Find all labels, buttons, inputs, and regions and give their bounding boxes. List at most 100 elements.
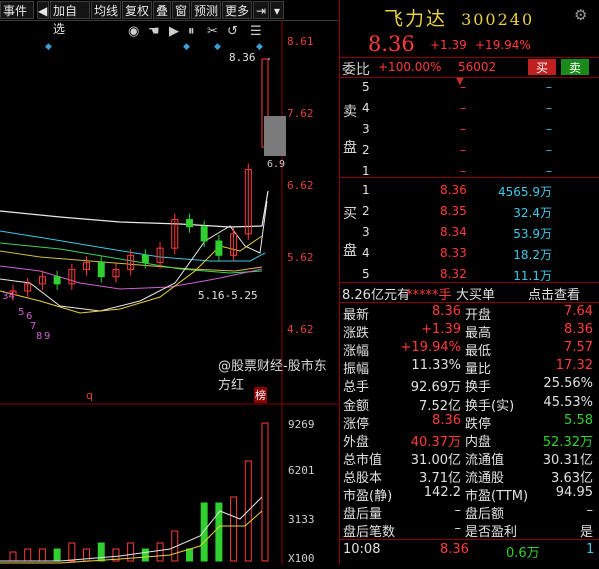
candle — [53, 276, 61, 285]
sell-level-row[interactable]: 1 – – — [340, 161, 599, 182]
stat-value: 8.36 — [432, 412, 461, 428]
stat-value: 25.56% — [543, 376, 593, 392]
low-price-marker: 6.9 — [267, 159, 286, 170]
eye-icon[interactable]: ◉ — [128, 24, 139, 39]
level-volume: – — [546, 80, 552, 94]
stat-row: 最新 8.36 开盘 7.64 — [343, 303, 597, 323]
level-price: 8.33 — [440, 246, 467, 260]
sell-level-row[interactable]: 3 – – — [340, 119, 599, 140]
buy-level-row[interactable]: 2 8.35 32.4万 — [340, 201, 599, 222]
undo-icon[interactable]: ↺ — [227, 24, 238, 39]
tick-price: 8.36 — [440, 542, 469, 557]
collapse-icon[interactable]: ◀ — [37, 1, 49, 19]
buy-button[interactable]: 买 — [528, 59, 556, 75]
toolbar-window[interactable]: 窗 — [172, 1, 190, 19]
weibi-row: 委比 +100.00% 56002 买 卖 — [340, 58, 599, 78]
level-number: 5 — [362, 267, 370, 281]
gear-icon[interactable]: ⚙ — [574, 6, 587, 24]
exit-icon[interactable]: ⇥ — [253, 1, 269, 19]
toolbar-more[interactable]: 更多 — [222, 1, 252, 19]
toolbar-add-favorite[interactable]: 加自选 — [50, 1, 90, 36]
stat-row: 金额 7.52亿 换手(实) 45.53% — [343, 394, 597, 414]
toolbar-overlay[interactable]: 叠 — [153, 1, 171, 19]
big-order-label: 大买单 — [456, 288, 496, 303]
stat-row: 振幅 11.33% 量比 17.32 — [343, 357, 597, 377]
q-label: q — [86, 389, 93, 402]
big-order-amount: 8.26亿元有 — [342, 288, 410, 303]
volume-bar — [68, 542, 76, 562]
volume-axis-label: 9269 — [288, 418, 315, 431]
level-volume: – — [546, 164, 552, 178]
menu-icon[interactable]: ☰ — [250, 24, 262, 39]
level-price: – — [460, 101, 466, 115]
toolbar-events[interactable]: 事件 — [0, 1, 34, 19]
play-icon[interactable]: ▶ — [169, 24, 179, 39]
stat-value: +1.39 — [421, 322, 461, 338]
stat-value: 7.64 — [564, 304, 593, 319]
level-volume: 18.2万 — [513, 248, 552, 262]
stat-label: 盘后笔数 — [343, 525, 396, 541]
stat-value: 142.2 — [423, 485, 461, 500]
candle — [97, 261, 105, 278]
volume-bar — [38, 548, 46, 562]
volume-bar — [200, 502, 208, 562]
big-order-stars: *****手 — [406, 288, 452, 303]
range-label: 5.16-5.25 — [198, 289, 258, 302]
dropdown-icon[interactable]: ▾ — [270, 1, 284, 19]
level-price: 8.36 — [440, 183, 467, 197]
volume-axis-label: X100 — [288, 552, 315, 565]
level-price: – — [460, 164, 466, 178]
candles — [9, 163, 252, 301]
toolbar-ma[interactable]: 均线 — [91, 1, 121, 19]
stat-label: 是否盈利 — [465, 525, 518, 541]
buy-level-row[interactable]: 3 8.34 53.9万 — [340, 222, 599, 243]
buy-level-row[interactable]: 4 8.33 18.2万 — [340, 243, 599, 264]
candle — [141, 254, 149, 263]
candle — [215, 240, 223, 256]
level-number: 2 — [362, 204, 370, 218]
level-volume: – — [546, 122, 552, 136]
high-price-label: 8.36 — [229, 51, 256, 64]
toolbar: 事件 ◀ 加自选 均线 复权 叠 窗 预测 更多 ⇥ ▾ — [0, 0, 338, 36]
level-price: – — [460, 143, 466, 157]
volume-axis-label: 6201 — [288, 464, 315, 477]
volume-axis-label: 3133 — [288, 513, 315, 526]
buy-level-row[interactable]: 1 8.36 4565.9万 — [340, 180, 599, 201]
stat-row: 盘后笔数 – 是否盈利 是 — [343, 520, 597, 541]
chart-svg: ◉ ☚ ▶ ⏸ ✂ ↺ ☰ ◆ ◆ ◆ ◆ — [0, 21, 338, 565]
stat-value: – — [454, 503, 462, 519]
stat-value: 8.36 — [432, 304, 461, 319]
tick-volume: 0.6万 — [506, 546, 540, 561]
sell-level-row[interactable]: 5 – – — [340, 77, 599, 98]
hand-icon[interactable]: ☚ — [148, 24, 160, 39]
marker-diamond: ◆ — [214, 42, 221, 52]
kline-chart[interactable]: ◉ ☚ ▶ ⏸ ✂ ↺ ☰ ◆ ◆ ◆ ◆ 8.61 7.62 6.62 5.6… — [0, 21, 338, 565]
scissors-icon[interactable]: ✂ — [207, 24, 218, 39]
candle — [200, 226, 208, 242]
marker-diamond: ◆ — [45, 42, 52, 52]
tick-count: 1 — [586, 542, 595, 557]
toolbar-forecast[interactable]: 预测 — [191, 1, 221, 19]
pause-icon[interactable]: ⏸ — [188, 24, 195, 39]
level-volume: – — [546, 101, 552, 115]
price-axis-label: 8.61 — [287, 35, 314, 48]
stat-value: 94.95 — [555, 485, 593, 500]
volume-bar — [230, 496, 238, 562]
level-number: 1 — [362, 183, 370, 197]
big-order-link[interactable]: 点击查看 — [528, 284, 580, 303]
marker-diamond: ◆ — [183, 42, 190, 52]
tick-row: 10:08 8.36 0.6万 1 — [340, 541, 599, 561]
stock-name: 飞力达 — [384, 8, 448, 30]
level-price: 8.32 — [440, 267, 467, 281]
sell-button[interactable]: 卖 — [561, 59, 589, 75]
weibi-value: +100.00% — [378, 60, 442, 74]
sell-level-row[interactable]: 4 – – — [340, 98, 599, 119]
stat-row: 总手 92.69万 换手 25.56% — [343, 375, 597, 395]
level-number: 3 — [362, 122, 370, 136]
sell-level-row[interactable]: 2 – – — [340, 140, 599, 161]
level-price: 8.35 — [440, 204, 467, 218]
volume-bar — [261, 422, 269, 562]
level-number: 2 — [362, 143, 370, 157]
stat-row: 市盈(静) 142.2 市盈(TTM) 94.95 — [343, 484, 597, 504]
toolbar-adjust[interactable]: 复权 — [122, 1, 152, 19]
